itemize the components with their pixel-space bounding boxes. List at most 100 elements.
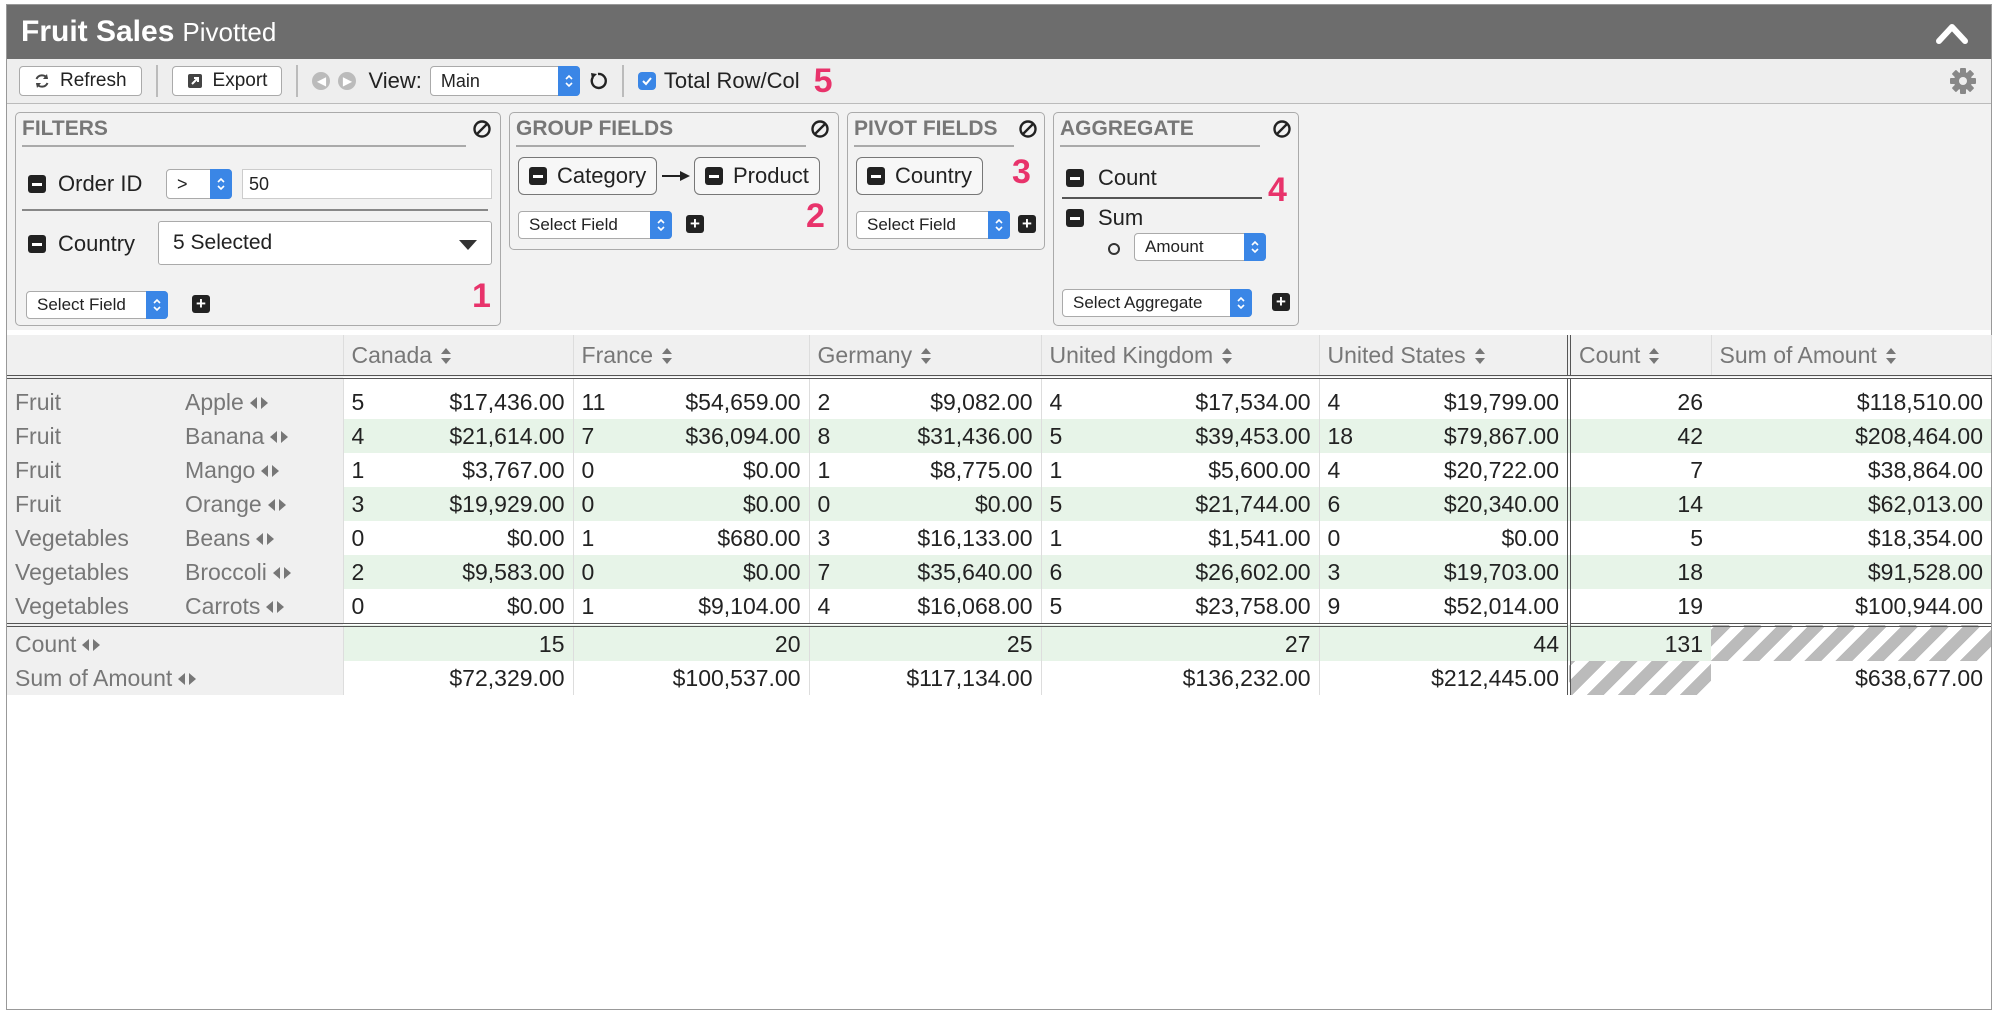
sum-field-value: Amount: [1145, 237, 1204, 256]
pivot-select-field[interactable]: Select Field: [856, 211, 1010, 239]
remove-field-icon[interactable]: [705, 167, 723, 185]
cell-sum: $20,722.00: [1443, 456, 1560, 483]
cell-count: 4: [1318, 453, 1370, 487]
cell-count: 1: [808, 453, 860, 487]
view-select[interactable]: Main: [429, 66, 580, 96]
select-arrows-icon: [557, 66, 580, 96]
expand-collapse-icon[interactable]: [272, 566, 291, 580]
cell-count: 1: [342, 453, 393, 487]
gear-icon[interactable]: [1949, 67, 1977, 95]
filter-divider: [22, 209, 488, 211]
add-aggregate-icon[interactable]: +: [1272, 293, 1290, 311]
expand-collapse-icon[interactable]: [261, 464, 280, 478]
expand-collapse-icon[interactable]: [82, 638, 101, 652]
country-multiselect[interactable]: 5 Selected: [158, 221, 492, 265]
cell-sum: $17,534.00: [1195, 388, 1311, 415]
expand-collapse-icon[interactable]: [249, 396, 268, 410]
total-row-col-checkbox[interactable]: [637, 72, 656, 90]
table-row: Fruit Apple 5 $17,436.00 11 $54,659.00 2 $9,082…: [7, 377, 1991, 419]
order-id-value-input[interactable]: 50: [242, 169, 492, 199]
operator-value: >: [177, 173, 188, 194]
cell-sum: $19,799.00: [1443, 388, 1560, 415]
cell-count: 11: [572, 377, 624, 419]
totals-count-row: Count 15 20 25 27 44 131: [7, 623, 1992, 661]
col-total-count: 15: [342, 623, 574, 661]
cell-count: 5: [1040, 419, 1092, 453]
clear-icon[interactable]: [810, 119, 830, 139]
cell-count: 7: [808, 555, 860, 589]
row-total-count: 5: [1567, 521, 1712, 555]
clear-icon[interactable]: [1018, 119, 1038, 139]
callout-4: 4: [1268, 171, 1287, 209]
expand-collapse-icon[interactable]: [267, 498, 286, 512]
refresh-button[interactable]: Refresh: [19, 66, 142, 96]
remove-aggregate-icon[interactable]: [1066, 209, 1084, 227]
filter-select-field[interactable]: Select Field: [26, 291, 168, 319]
cell-sum: $52,014.00: [1443, 592, 1560, 619]
grand-total-count: 131: [1567, 623, 1712, 661]
totals-count-label: Count: [7, 623, 343, 661]
order-id-operator-select[interactable]: >: [166, 169, 232, 199]
cell-sum: $36,094.00: [623, 419, 810, 453]
col-header-united-kingdom[interactable]: United Kingdom: [1041, 335, 1320, 379]
col-header-count[interactable]: Count: [1567, 335, 1712, 379]
country-selection-value: 5 Selected: [173, 231, 273, 254]
view-label: View:: [368, 68, 422, 93]
toolbar-divider: [296, 65, 299, 97]
add-pivot-field-icon[interactable]: +: [1018, 215, 1036, 233]
aggregate-sum-label: Sum: [1098, 205, 1144, 230]
filter-order-id-label: Order ID: [58, 171, 143, 196]
remove-field-icon[interactable]: [529, 167, 547, 185]
callout-3: 3: [1012, 153, 1031, 191]
group-field-category[interactable]: Category: [518, 157, 658, 195]
expand-collapse-icon[interactable]: [178, 672, 197, 686]
sort-icon: [1649, 348, 1660, 365]
clear-icon[interactable]: [1272, 119, 1292, 139]
col-header-france[interactable]: France: [573, 335, 810, 379]
expand-collapse-icon[interactable]: [270, 430, 289, 444]
remove-filter-icon[interactable]: [28, 235, 46, 253]
reset-icon[interactable]: [588, 71, 608, 91]
add-filter-icon[interactable]: +: [192, 295, 210, 313]
col-header-germany[interactable]: Germany: [809, 335, 1042, 379]
group-fields-title: GROUP FIELDS: [516, 117, 674, 140]
clear-icon[interactable]: [472, 119, 492, 139]
pivot-field-country[interactable]: Country: [856, 157, 984, 195]
group-field-product[interactable]: Product: [694, 157, 820, 195]
cell-count: 1: [1040, 521, 1092, 555]
remove-field-icon[interactable]: [867, 167, 885, 185]
col-header-united-states[interactable]: United States: [1319, 335, 1570, 379]
forward-icon[interactable]: ▶: [338, 72, 357, 90]
expand-collapse-icon[interactable]: [256, 532, 275, 546]
chevron-up-icon[interactable]: [1935, 19, 1969, 45]
cell-count: 0: [342, 589, 393, 625]
group-select-field[interactable]: Select Field: [518, 211, 672, 239]
config-panels: FILTERS Order ID > 50 Country 5 Selected…: [7, 104, 1991, 330]
remove-aggregate-icon[interactable]: [1066, 169, 1084, 187]
cell-sum: $0.00: [742, 456, 801, 483]
cell-count: 3: [808, 521, 860, 555]
expand-collapse-icon[interactable]: [266, 600, 285, 614]
add-group-field-icon[interactable]: +: [686, 215, 704, 233]
col-header-sum-of-amount[interactable]: Sum of Amount: [1711, 335, 1992, 379]
filters-panel: FILTERS Order ID > 50 Country 5 Selected…: [15, 112, 501, 326]
select-arrows-icon: [210, 169, 232, 199]
cell-count: 5: [342, 377, 393, 419]
select-aggregate[interactable]: Select Aggregate: [1062, 289, 1252, 317]
cell-sum: $31,436.00: [859, 419, 1042, 453]
col-header-canada[interactable]: Canada: [343, 335, 574, 379]
panel-divider: [854, 145, 1014, 147]
cell-sum: $26,602.00: [1091, 555, 1320, 589]
table-row: Vegetables Beans 0 $0.00 1 $680.00 3 $16,133.00…: [7, 521, 1991, 555]
sum-field-select[interactable]: Amount: [1134, 233, 1266, 261]
col-total-count: 25: [808, 623, 1042, 661]
col-total-sum: $117,134.00: [808, 661, 1042, 695]
row-category: Fruit: [7, 419, 177, 453]
back-icon[interactable]: ◀: [312, 72, 331, 90]
col-total-count: 27: [1040, 623, 1320, 661]
filters-title: FILTERS: [22, 117, 108, 140]
export-button[interactable]: Export: [171, 66, 283, 96]
remove-filter-icon[interactable]: [28, 175, 46, 193]
col-total-sum: $136,232.00: [1040, 661, 1320, 695]
order-id-value: 50: [249, 174, 270, 194]
